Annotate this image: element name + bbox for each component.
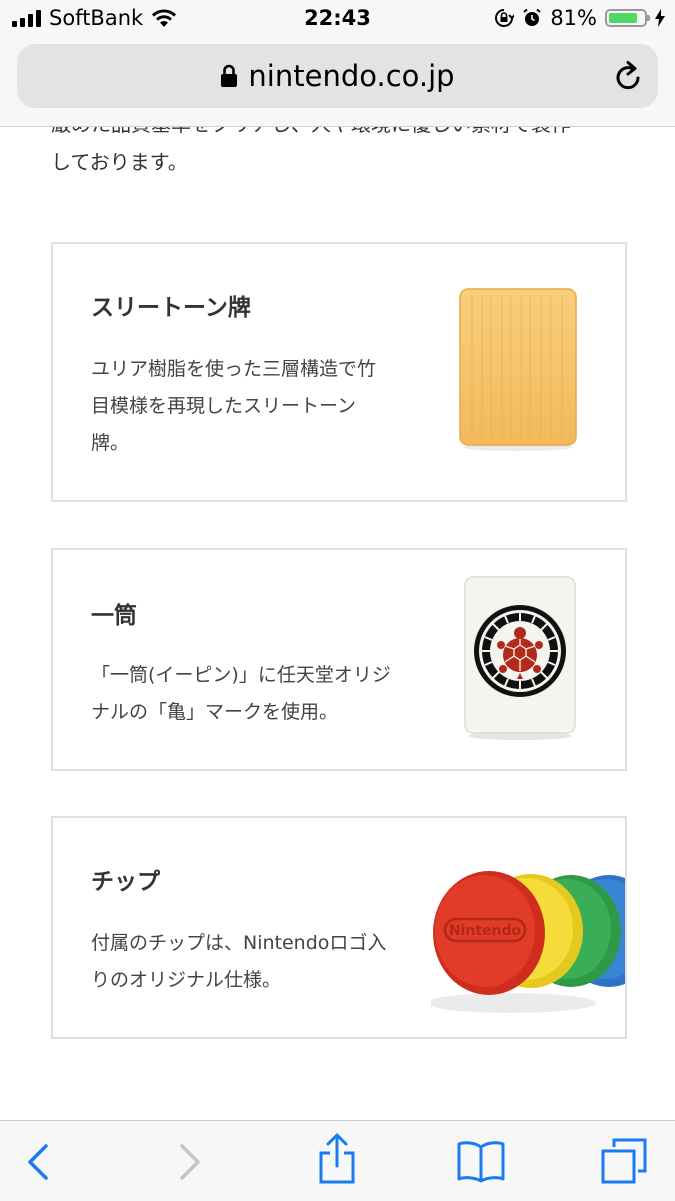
status-right: 81% (494, 6, 665, 30)
feature-description: 付属のチップは、Nintendoロゴ入 りのオリジナル仕様。 (91, 925, 421, 999)
three-tone-tile-image (459, 288, 577, 451)
bookmarks-icon[interactable] (456, 1139, 506, 1183)
rotation-lock-icon (495, 9, 515, 27)
page-content: 厳めた品質基準をクリアし、人や環境に優しい素材で製作 しております。 スリートー… (0, 127, 675, 1119)
feature-line: ナルの「亀」マークを使用。 (91, 701, 339, 723)
url-domain: nintendo.co.jp (248, 59, 455, 93)
share-icon[interactable] (318, 1133, 356, 1185)
feature-card-chips: チップ 付属のチップは、Nintendoロゴ入 りのオリジナル仕様。 Ninte… (51, 816, 627, 1039)
feature-line: 牌。 (91, 432, 130, 454)
chip-logo-text: Nintendo (449, 923, 522, 939)
alarm-icon (523, 8, 541, 26)
back-icon[interactable] (26, 1143, 50, 1181)
feature-title: 一筒 (91, 603, 137, 629)
feature-line: 目模様を再現したスリートーン (91, 395, 357, 417)
battery-percent: 81% (550, 6, 597, 30)
feature-line: りのオリジナル仕様。 (91, 969, 282, 991)
ipin-turtle-tile-image (464, 576, 576, 740)
feature-description: ユリア樹脂を使った三層構造で竹 目模様を再現したスリートーン 牌。 (91, 351, 421, 462)
nintendo-chips-image: Nintendo (431, 871, 625, 1013)
feature-card-ipin: 一筒 「一筒(イーピン)」に任天堂オリジ ナルの「亀」マークを使用。 (51, 548, 627, 771)
intro-paragraph: 厳めた品質基準をクリアし、人や環境に優しい素材で製作 しております。 (51, 127, 631, 181)
feature-card-three-tone: スリートーン牌 ユリア樹脂を使った三層構造で竹 目模様を再現したスリートーン 牌… (51, 242, 627, 502)
address-bar[interactable]: nintendo.co.jp (17, 44, 658, 108)
feature-line: 付属のチップは、Nintendoロゴ入 (91, 932, 387, 954)
tabs-icon[interactable] (600, 1137, 648, 1185)
feature-title: チップ (91, 869, 160, 895)
bottom-toolbar (0, 1120, 675, 1201)
feature-line: ユリア樹脂を使った三層構造で竹 (91, 358, 377, 380)
intro-line-1: 厳めた品質基準をクリアし、人や環境に優しい素材で製作 (51, 127, 631, 143)
charging-icon (655, 9, 665, 27)
feature-title: スリートーン牌 (91, 295, 251, 321)
battery-icon (605, 9, 650, 27)
lock-icon (221, 64, 238, 87)
feature-description: 「一筒(イーピン)」に任天堂オリジ ナルの「亀」マークを使用。 (91, 657, 421, 731)
reload-icon[interactable] (614, 60, 644, 92)
intro-line-2: しております。 (51, 150, 188, 174)
status-bar: SoftBank 22:43 81% (0, 0, 675, 38)
feature-line: 「一筒(イーピン)」に任天堂オリジ (91, 664, 391, 686)
address-bar-area: nintendo.co.jp (0, 38, 675, 127)
forward-icon[interactable] (178, 1143, 202, 1181)
